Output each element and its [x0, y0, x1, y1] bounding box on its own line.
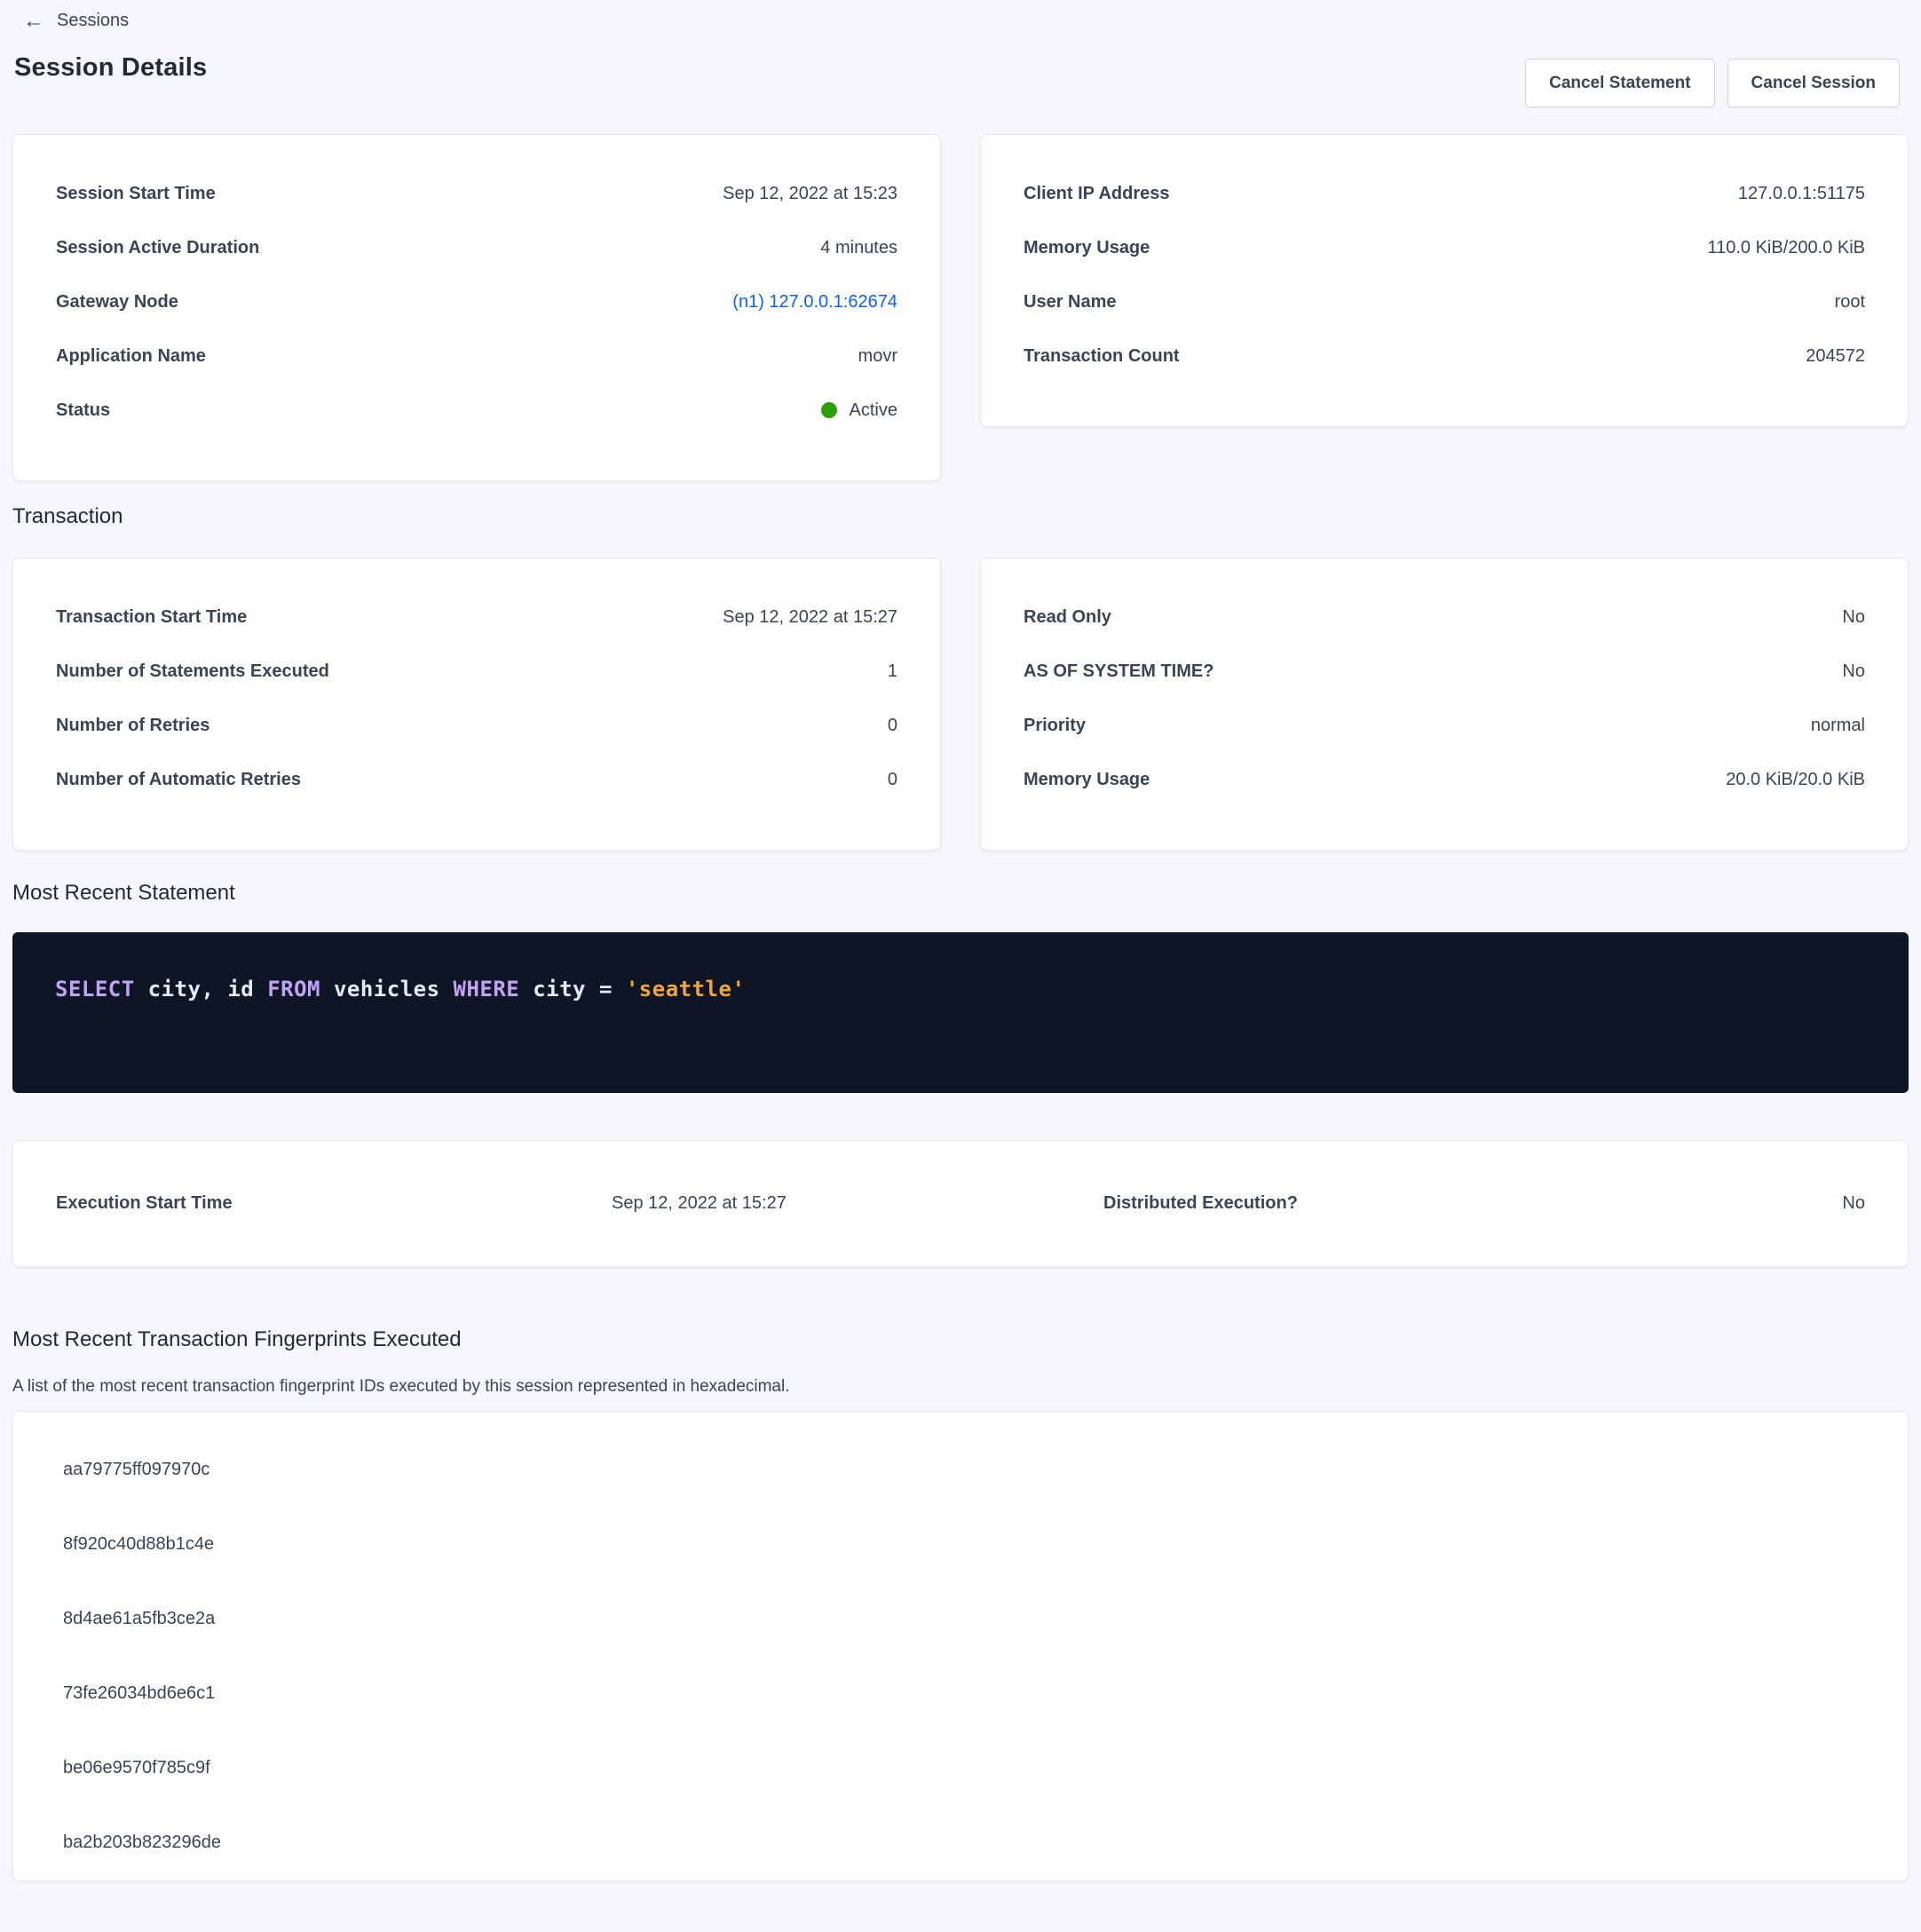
as-of-system-time-value: No — [1842, 661, 1865, 682]
back-arrow-icon: ← — [23, 12, 44, 31]
gateway-node-label: Gateway Node — [56, 292, 178, 313]
memory-usage-label: Memory Usage — [1024, 238, 1150, 258]
table-row: Memory Usage 110.0 KiB/200.0 KiB — [1024, 221, 1865, 275]
statements-executed-label: Number of Statements Executed — [56, 661, 329, 682]
priority-value: normal — [1811, 716, 1865, 736]
transaction-count-value: 204572 — [1806, 346, 1865, 367]
gateway-node-link[interactable]: (n1) 127.0.0.1:62674 — [732, 292, 897, 312]
user-name-label: User Name — [1024, 292, 1117, 313]
automatic-retries-label: Number of Automatic Retries — [56, 770, 301, 790]
list-item: 8f920c40d88b1c4e — [13, 1508, 1908, 1582]
statements-executed-value: 1 — [888, 661, 897, 682]
table-row: Session Start Time Sep 12, 2022 at 15:23 — [56, 167, 897, 221]
fingerprints-description: A list of the most recent transaction fi… — [12, 1377, 1921, 1397]
distributed-execution-value: No — [1298, 1193, 1865, 1214]
sql-text: city, id — [135, 977, 268, 1002]
transaction-start-time-label: Transaction Start Time — [56, 607, 247, 628]
sql-text: city = — [519, 977, 626, 1002]
read-only-value: No — [1842, 607, 1865, 628]
table-row: Number of Retries 0 — [56, 699, 897, 753]
fingerprint-id: 8f920c40d88b1c4e — [63, 1534, 214, 1555]
transaction-start-time-value: Sep 12, 2022 at 15:27 — [723, 607, 897, 628]
retries-label: Number of Retries — [56, 716, 209, 736]
transaction-card-right: Read Only No AS OF SYSTEM TIME? No Prior… — [980, 558, 1909, 851]
table-row: Read Only No — [1024, 590, 1865, 645]
fingerprint-id: ba2b203b823296de — [63, 1833, 221, 1853]
table-row: Number of Statements Executed 1 — [56, 645, 897, 699]
list-item: 8d4ae61a5fb3ce2a — [13, 1582, 1908, 1657]
table-row: Gateway Node (n1) 127.0.0.1:62674 — [56, 275, 897, 329]
client-ip-label: Client IP Address — [1024, 184, 1170, 204]
retries-value: 0 — [888, 716, 897, 736]
sql-keyword: FROM — [267, 977, 320, 1002]
table-row: Client IP Address 127.0.0.1:51175 — [1024, 167, 1865, 221]
statement-section-heading: Most Recent Statement — [12, 881, 1921, 906]
session-start-time-value: Sep 12, 2022 at 15:23 — [723, 184, 897, 204]
page-header: Session Details Cancel Statement Cancel … — [14, 53, 1900, 107]
session-active-duration-value: 4 minutes — [820, 238, 897, 258]
sql-keyword: WHERE — [454, 977, 520, 1002]
execution-details-card: Execution Start Time Sep 12, 2022 at 15:… — [12, 1140, 1909, 1267]
txn-memory-usage-label: Memory Usage — [1024, 770, 1150, 790]
table-row: Status Active — [56, 384, 897, 438]
session-active-duration-label: Session Active Duration — [56, 238, 259, 258]
fingerprint-id: 73fe26034bd6e6c1 — [63, 1683, 215, 1704]
sql-keyword: SELECT — [55, 977, 135, 1002]
breadcrumb-back-link[interactable]: ← Sessions — [23, 11, 129, 31]
session-summary-section: Session Start Time Sep 12, 2022 at 15:23… — [12, 134, 1909, 481]
transaction-card-left: Transaction Start Time Sep 12, 2022 at 1… — [12, 558, 941, 851]
transaction-section: Transaction Start Time Sep 12, 2022 at 1… — [12, 558, 1909, 851]
execution-start-time-value: Sep 12, 2022 at 15:27 — [612, 1193, 1103, 1214]
application-name-label: Application Name — [56, 346, 206, 367]
sql-string-literal: 'seattle' — [626, 977, 746, 1002]
table-row: Session Active Duration 4 minutes — [56, 221, 897, 275]
application-name-value: movr — [858, 346, 897, 367]
txn-memory-usage-value: 20.0 KiB/20.0 KiB — [1726, 770, 1865, 790]
list-item: aa79775ff097970c — [13, 1433, 1908, 1508]
table-row: Number of Automatic Retries 0 — [56, 753, 897, 807]
user-name-value: root — [1835, 292, 1865, 313]
table-row: Transaction Count 204572 — [1024, 329, 1865, 384]
table-row: Application Name movr — [56, 329, 897, 384]
distributed-execution-label: Distributed Execution? — [1103, 1193, 1298, 1214]
status-active-dot — [821, 402, 837, 418]
table-row: User Name root — [1024, 275, 1865, 329]
memory-usage-value: 110.0 KiB/200.0 KiB — [1707, 238, 1865, 258]
list-item: be06e9570f785c9f — [13, 1731, 1908, 1806]
cancel-session-button[interactable]: Cancel Session — [1727, 59, 1900, 107]
page-title: Session Details — [14, 53, 207, 83]
fingerprint-id: aa79775ff097970c — [63, 1460, 209, 1480]
session-summary-card-right: Client IP Address 127.0.0.1:51175 Memory… — [980, 134, 1909, 427]
read-only-label: Read Only — [1024, 607, 1111, 628]
table-row: Priority normal — [1024, 699, 1865, 753]
automatic-retries-value: 0 — [888, 770, 897, 790]
execution-start-time-label: Execution Start Time — [56, 1193, 612, 1214]
priority-label: Priority — [1024, 716, 1086, 736]
fingerprints-card: aa79775ff097970c 8f920c40d88b1c4e 8d4ae6… — [12, 1411, 1909, 1881]
status-badge: Active — [850, 400, 897, 421]
breadcrumb-label: Sessions — [57, 11, 129, 31]
list-item: ba2b203b823296de — [13, 1806, 1908, 1881]
transaction-section-heading: Transaction — [12, 504, 1921, 529]
header-actions: Cancel Statement Cancel Session — [1525, 59, 1900, 107]
table-row: Memory Usage 20.0 KiB/20.0 KiB — [1024, 753, 1865, 807]
transaction-count-label: Transaction Count — [1024, 346, 1180, 367]
table-row: Transaction Start Time Sep 12, 2022 at 1… — [56, 590, 897, 645]
client-ip-value: 127.0.0.1:51175 — [1738, 184, 1865, 204]
fingerprints-section-heading: Most Recent Transaction Fingerprints Exe… — [12, 1327, 1921, 1352]
session-summary-card-left: Session Start Time Sep 12, 2022 at 15:23… — [12, 134, 941, 481]
cancel-statement-button[interactable]: Cancel Statement — [1525, 59, 1714, 107]
fingerprint-id: 8d4ae61a5fb3ce2a — [63, 1609, 215, 1629]
sql-text: vehicles — [320, 977, 454, 1002]
table-row: AS OF SYSTEM TIME? No — [1024, 645, 1865, 699]
status-label: Status — [56, 400, 110, 421]
fingerprint-id: be06e9570f785c9f — [63, 1758, 210, 1778]
list-item: 73fe26034bd6e6c1 — [13, 1657, 1908, 1731]
as-of-system-time-label: AS OF SYSTEM TIME? — [1024, 661, 1213, 682]
sql-statement-box: SELECT city, id FROM vehicles WHERE city… — [12, 932, 1909, 1093]
session-start-time-label: Session Start Time — [56, 184, 216, 204]
